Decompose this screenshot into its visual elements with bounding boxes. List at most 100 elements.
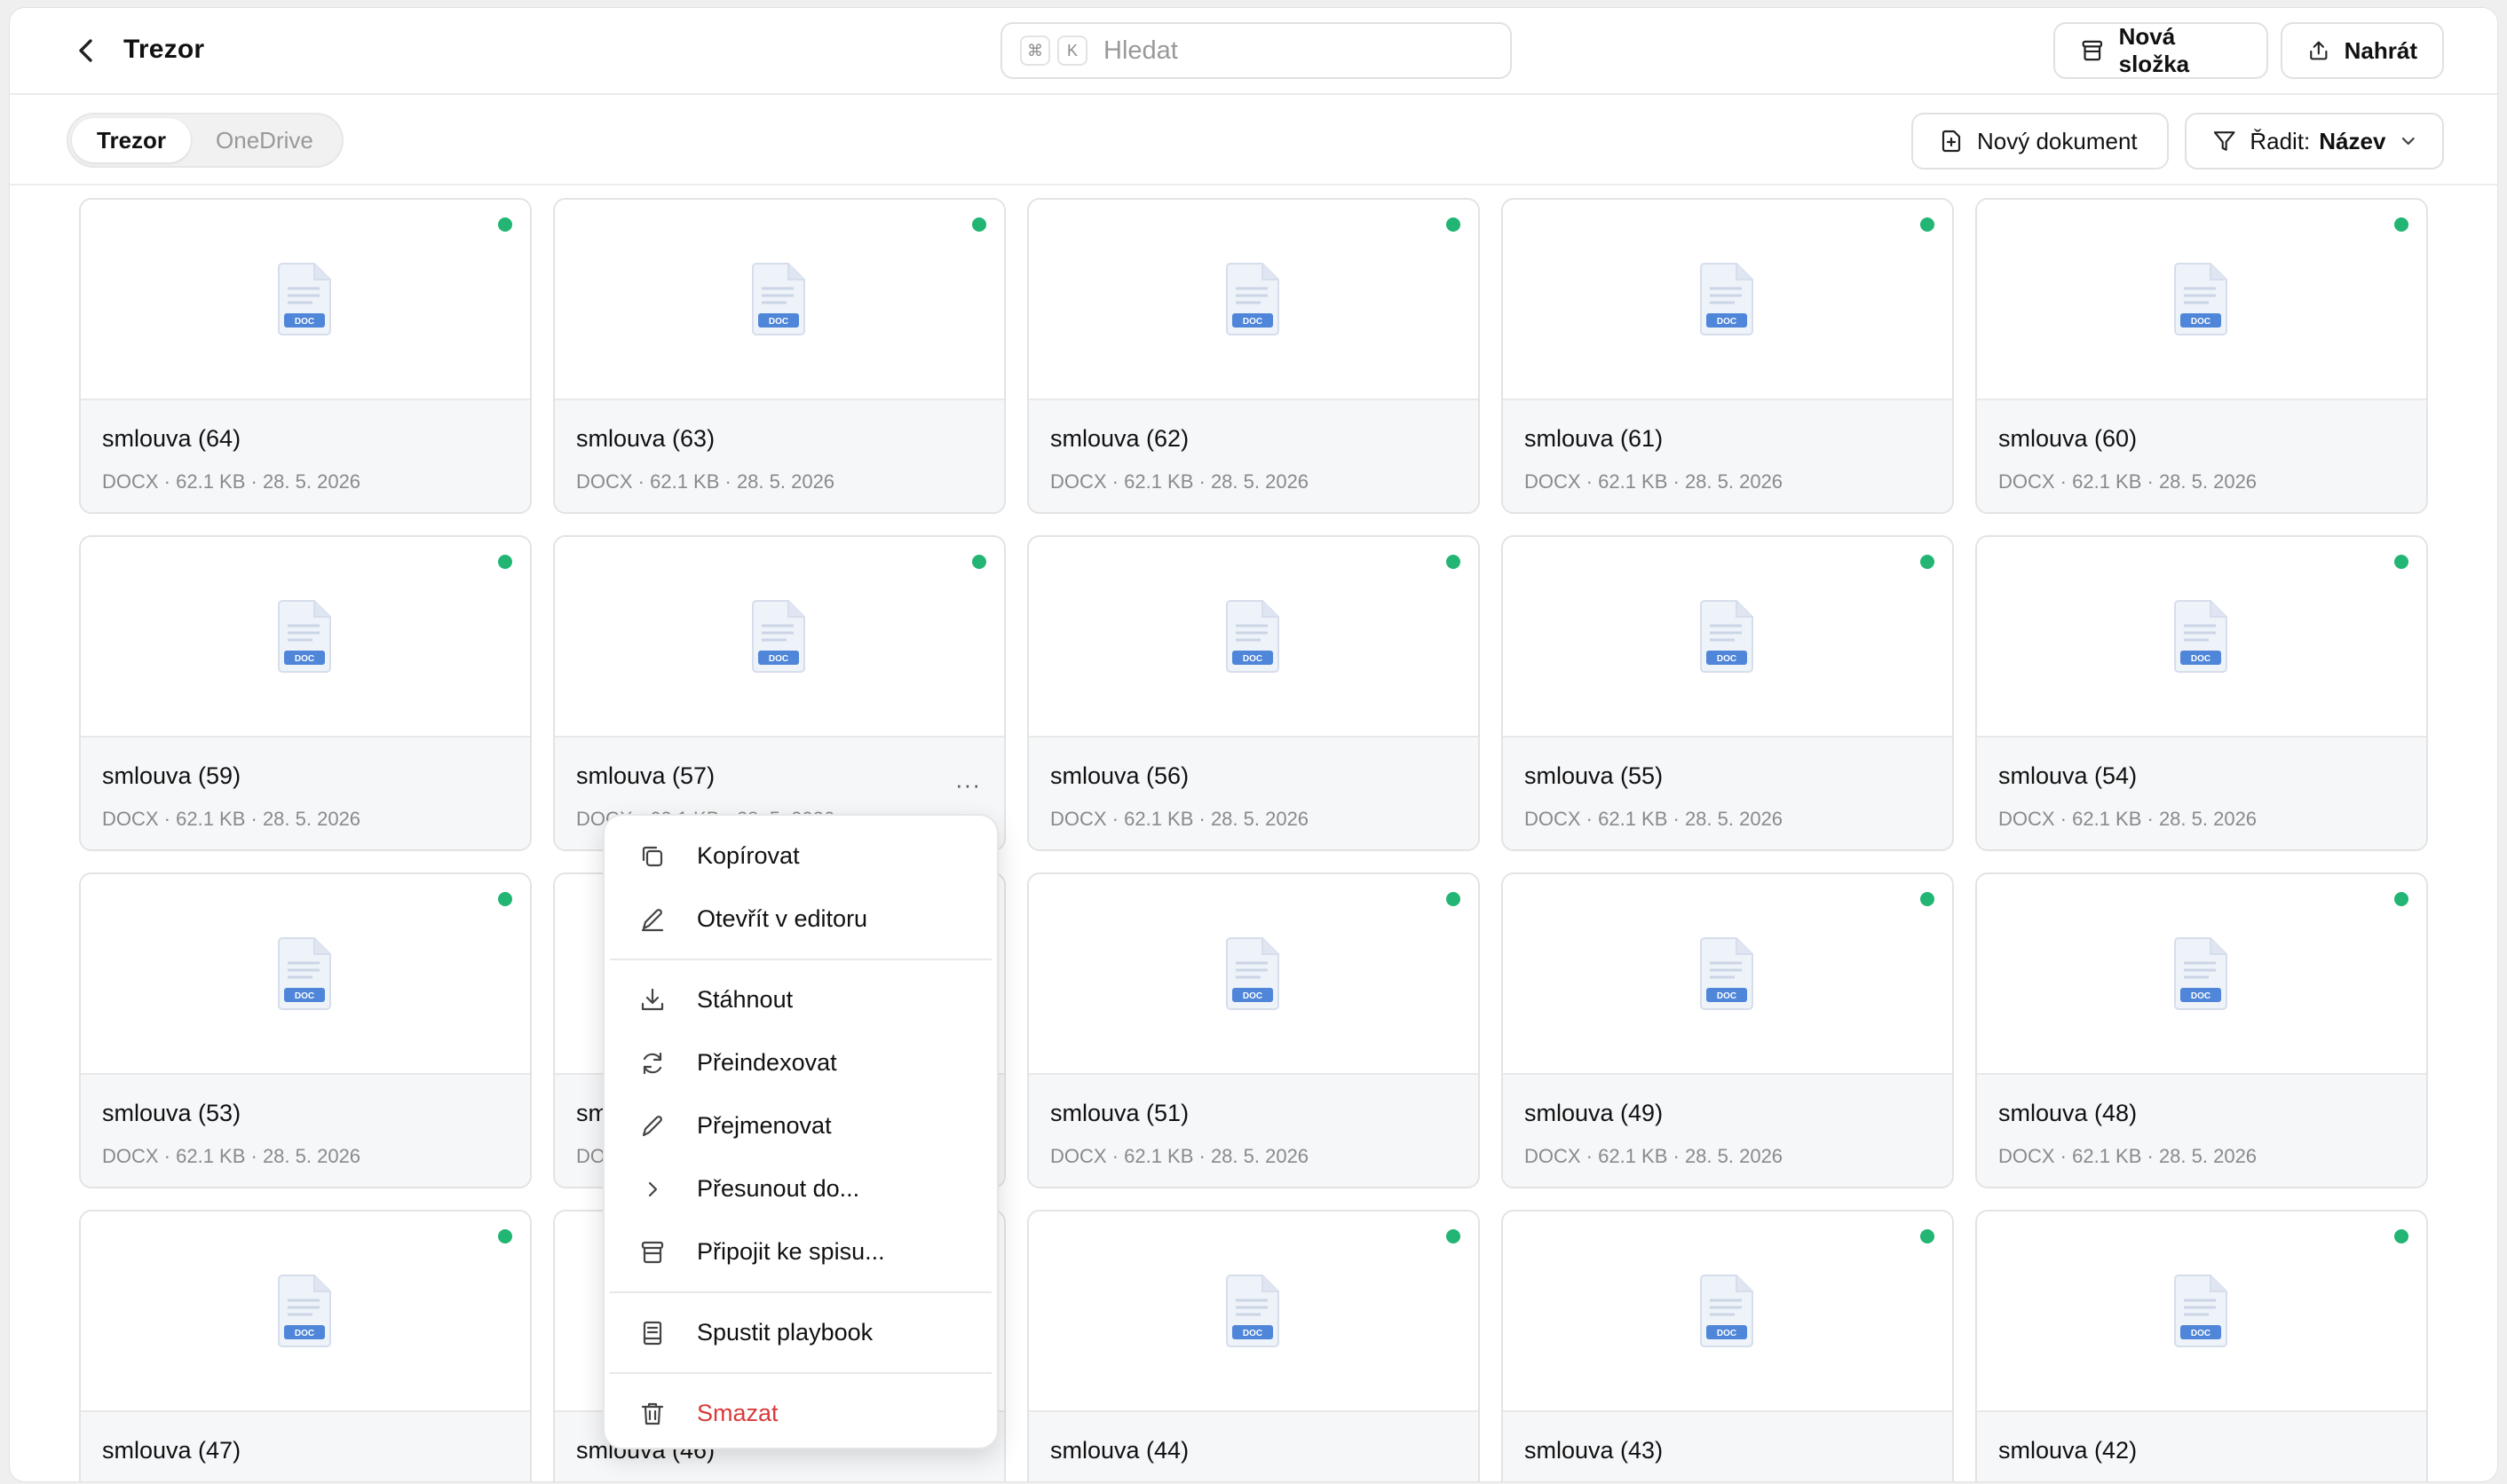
- sort-prefix: Řadit:: [2250, 127, 2311, 154]
- doc-badge-label: DOC: [1243, 654, 1262, 664]
- menu-divider: [610, 1291, 992, 1293]
- menu-item-open-editor[interactable]: Otevřít v editoru: [610, 888, 992, 951]
- file-card[interactable]: DOC smlouva (53) DOCX · 62.1 KB · 28. 5. 2…: [79, 872, 532, 1188]
- doc-file-icon: DOC: [1700, 600, 1753, 673]
- doc-badge-label: DOC: [1717, 317, 1736, 327]
- status-dot: [2394, 217, 2408, 232]
- file-card[interactable]: DOC smlouva (44): [1027, 1210, 1480, 1481]
- doc-badge-label: DOC: [2191, 991, 2210, 1001]
- doc-badge-label: DOC: [1717, 654, 1736, 664]
- file-info: smlouva (54) DOCX · 62.1 KB · 28. 5. 2026: [1977, 738, 2426, 849]
- doc-file-icon: DOC: [1226, 263, 1279, 335]
- file-meta: DOCX · 62.1 KB · 28. 5. 2026: [1998, 470, 2258, 493]
- menu-item-delete[interactable]: Smazat: [610, 1382, 992, 1445]
- new-document-button[interactable]: Nový dokument: [1911, 113, 2169, 170]
- toolbar: Trezor OneDrive Nový dokument Řadit: Náz…: [10, 95, 2497, 186]
- file-name: smlouva (53): [102, 1100, 241, 1126]
- file-card[interactable]: DOC smlouva (63) DOCX · 62.1 KB · 28. 5. 2…: [553, 198, 1006, 514]
- file-thumbnail: DOC: [555, 200, 1004, 400]
- menu-item-copy[interactable]: Kopírovat: [610, 825, 992, 888]
- tab-trezor[interactable]: Trezor: [72, 118, 192, 162]
- status-dot: [2394, 1229, 2408, 1243]
- app-window: Trezor ⌘ K Hledat Nová složka Nahrát Tre…: [9, 7, 2498, 1482]
- menu-item-download[interactable]: Stáhnout: [610, 968, 992, 1031]
- file-card[interactable]: DOC smlouva (56) DOCX · 62.1 KB · 28. 5. 2…: [1027, 535, 1480, 851]
- file-card[interactable]: DOC smlouva (62) DOCX · 62.1 KB · 28. 5. 2…: [1027, 198, 1480, 514]
- file-thumbnail: DOC: [1503, 874, 1952, 1075]
- file-info: smlouva (48) DOCX · 62.1 KB · 28. 5. 2026: [1977, 1075, 2426, 1187]
- file-info: smlouva (62) DOCX · 62.1 KB · 28. 5. 2026: [1029, 400, 1478, 512]
- doc-badge-label: DOC: [1243, 1329, 1262, 1338]
- file-card[interactable]: DOC smlouva (61) DOCX · 62.1 KB · 28. 5. 2…: [1501, 198, 1954, 514]
- sort-dropdown[interactable]: Řadit: Název: [2185, 113, 2444, 170]
- refresh-icon: [643, 1052, 662, 1074]
- menu-item-attach[interactable]: Připojit ke spisu...: [610, 1220, 992, 1283]
- filter-icon: [2213, 131, 2235, 151]
- menu-item-rename[interactable]: Přejmenovat: [610, 1094, 992, 1157]
- menu-download-label: Stáhnout: [697, 986, 794, 1013]
- file-meta: DOCX · 62.1 KB · 28. 5. 2026: [1050, 1145, 1309, 1167]
- file-thumbnail: DOC: [81, 537, 530, 738]
- new-document-icon: [1942, 130, 1961, 153]
- file-name: smlouva (57): [576, 762, 716, 789]
- search-input[interactable]: ⌘ K Hledat: [1000, 22, 1512, 79]
- doc-file-icon: DOC: [2174, 937, 2227, 1010]
- doc-badge-label: DOC: [295, 654, 314, 664]
- upload-button[interactable]: Nahrát: [2281, 22, 2444, 79]
- upload-label: Nahrát: [2344, 36, 2417, 64]
- file-card[interactable]: DOC smlouva (49) DOCX · 62.1 KB · 28. 5. 2…: [1501, 872, 1954, 1188]
- file-meta: DOCX · 62.1 KB · 28. 5. 2026: [1998, 1145, 2258, 1167]
- file-info: smlouva (55) DOCX · 62.1 KB · 28. 5. 2026: [1503, 738, 1952, 849]
- menu-item-playbook[interactable]: Spustit playbook: [610, 1301, 992, 1364]
- file-thumbnail: DOC: [1503, 200, 1952, 400]
- menu-item-move[interactable]: Přesunout do...: [610, 1157, 992, 1220]
- doc-badge-label: DOC: [2191, 317, 2210, 327]
- menu-copy-label: Kopírovat: [697, 842, 800, 869]
- doc-file-icon: DOC: [278, 937, 331, 1010]
- doc-badge-label: DOC: [1243, 991, 1262, 1001]
- file-card[interactable]: DOC smlouva (60) DOCX · 62.1 KB · 28. 5. 2…: [1975, 198, 2428, 514]
- file-meta: DOCX · 62.1 KB · 28. 5. 2026: [102, 808, 361, 830]
- file-card[interactable]: DOC smlouva (48) DOCX · 62.1 KB · 28. 5. 2…: [1975, 872, 2428, 1188]
- file-name: smlouva (56): [1050, 762, 1190, 789]
- new-folder-button[interactable]: Nová složka: [2053, 22, 2268, 79]
- menu-divider: [610, 959, 992, 960]
- doc-file-icon: DOC: [278, 1275, 331, 1347]
- tab-onedrive[interactable]: OneDrive: [191, 118, 338, 162]
- file-card[interactable]: DOC smlouva (42): [1975, 1210, 2428, 1481]
- header-bar: Trezor ⌘ K Hledat Nová složka Nahrát: [10, 8, 2497, 95]
- menu-divider: [610, 1372, 992, 1374]
- doc-file-icon: DOC: [752, 600, 805, 673]
- archive-icon: [2082, 40, 2103, 61]
- menu-item-reindex[interactable]: Přeindexovat: [610, 1031, 992, 1094]
- status-dot: [1446, 555, 1460, 569]
- file-name: smlouva (61): [1524, 425, 1664, 452]
- file-card[interactable]: DOC smlouva (55) DOCX · 62.1 KB · 28. 5. 2…: [1501, 535, 1954, 851]
- doc-file-icon: DOC: [2174, 263, 2227, 335]
- new-folder-label: Nová složka: [2118, 23, 2190, 77]
- file-card[interactable]: DOC smlouva (59) DOCX · 62.1 KB · 28. 5. 2…: [79, 535, 532, 851]
- more-options-icon[interactable]: ···: [955, 771, 981, 799]
- file-thumbnail: DOC: [1029, 200, 1478, 400]
- file-card[interactable]: DOC smlouva (47): [79, 1210, 532, 1481]
- file-card[interactable]: DOC smlouva (51) DOCX · 62.1 KB · 28. 5. 2…: [1027, 872, 1480, 1188]
- file-card[interactable]: DOC smlouva (64) DOCX · 62.1 KB · 28. 5. 2…: [79, 198, 532, 514]
- file-card[interactable]: DOC smlouva (43): [1501, 1210, 1954, 1481]
- file-card[interactable]: DOCsmlouva (57)DOCX · 62.1 KB · 28. 5. 2…: [553, 535, 1006, 851]
- file-meta: DOCX · 62.1 KB · 28. 5. 2026: [102, 1145, 361, 1167]
- status-dot: [498, 1229, 512, 1243]
- file-thumbnail: DOC: [555, 537, 1004, 738]
- menu-reindex-label: Přeindexovat: [697, 1049, 837, 1076]
- file-card[interactable]: DOC smlouva (54) DOCX · 62.1 KB · 28. 5. 2…: [1975, 535, 2428, 851]
- file-name: smlouva (64): [102, 425, 241, 452]
- file-thumbnail: DOC: [1029, 537, 1478, 738]
- file-name: smlouva (62): [1050, 425, 1190, 452]
- status-dot: [1920, 555, 1934, 569]
- status-dot: [1446, 217, 1460, 232]
- archive-icon: [641, 1241, 664, 1263]
- doc-file-icon: DOC: [278, 263, 331, 335]
- shortcut-cmd-key: ⌘: [1020, 36, 1050, 66]
- back-button[interactable]: [68, 33, 104, 68]
- doc-file-icon: DOC: [2174, 600, 2227, 673]
- doc-badge-label: DOC: [1717, 1329, 1736, 1338]
